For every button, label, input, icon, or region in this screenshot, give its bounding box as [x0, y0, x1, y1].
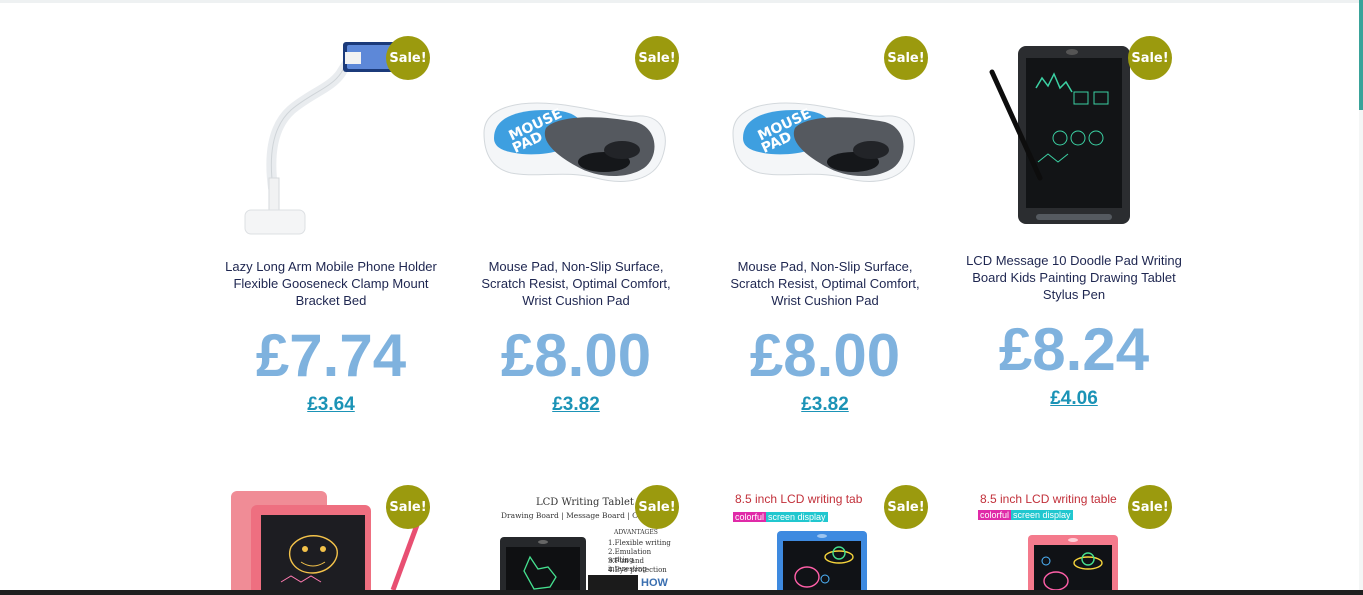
regular-price: £7.74	[255, 322, 407, 389]
sale-badge: Sale!	[1128, 485, 1172, 529]
sale-price-link[interactable]: £4.06	[974, 388, 1174, 410]
sale-price-link[interactable]: £3.82	[725, 394, 925, 416]
regular-price: £8.24	[998, 316, 1150, 383]
bottom-bar	[0, 590, 1363, 595]
sale-price-link[interactable]: £3.64	[231, 394, 431, 416]
image-how-label: HOW	[641, 577, 668, 589]
product-title[interactable]: Lazy Long Arm Mobile Phone Holder Flexib…	[221, 258, 441, 309]
regular-price: £8.00	[749, 322, 901, 389]
scrollbar-thumb[interactable]	[1359, 0, 1363, 110]
sale-badge: Sale!	[386, 36, 430, 80]
regular-price: £8.00	[500, 322, 652, 389]
top-divider	[0, 0, 1363, 3]
product-title[interactable]: LCD Message 10 Doodle Pad Writing Board …	[964, 252, 1184, 303]
sale-badge: Sale!	[635, 485, 679, 529]
sale-badge: Sale!	[635, 36, 679, 80]
sale-badge: Sale!	[1128, 36, 1172, 80]
product-title[interactable]: Mouse Pad, Non-Slip Surface, Scratch Res…	[715, 258, 935, 309]
product-title[interactable]: Mouse Pad, Non-Slip Surface, Scratch Res…	[466, 258, 686, 309]
sale-badge: Sale!	[884, 485, 928, 529]
scrollbar[interactable]	[1359, 0, 1363, 595]
sale-badge: Sale!	[884, 36, 928, 80]
sale-badge: Sale!	[386, 485, 430, 529]
sale-price-link[interactable]: £3.82	[476, 394, 676, 416]
